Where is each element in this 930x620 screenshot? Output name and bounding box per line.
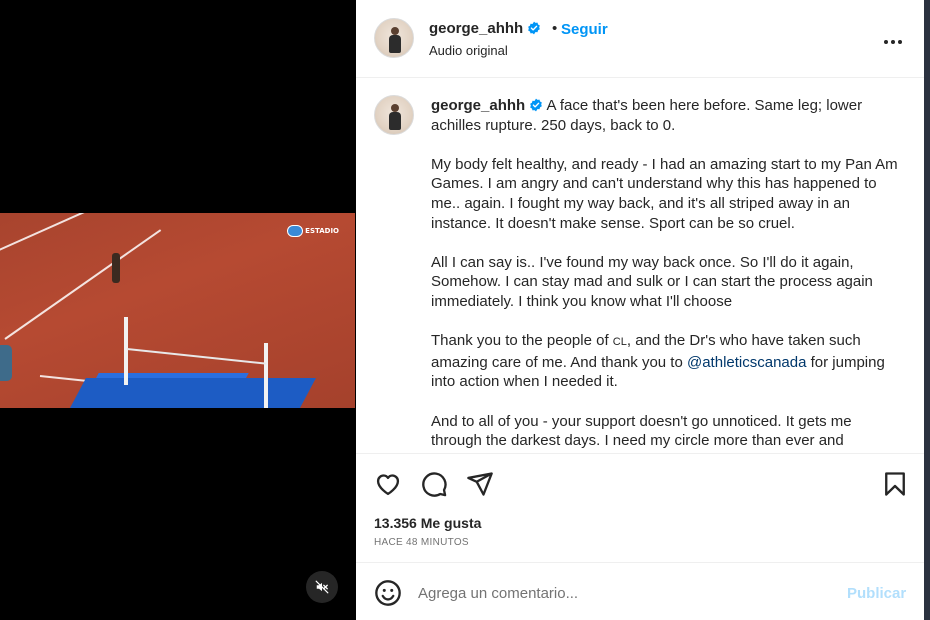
high-jump-bar xyxy=(126,348,267,365)
more-horizontal-icon xyxy=(883,31,904,49)
high-jump-standard xyxy=(124,317,128,385)
mute-toggle-button[interactable] xyxy=(306,571,338,603)
likes-count[interactable]: 13.356 Me gusta xyxy=(374,515,481,531)
comment-input[interactable] xyxy=(418,579,818,607)
caption-avatar[interactable] xyxy=(374,95,414,135)
broadcast-logo: ESTADIO xyxy=(287,225,339,237)
follow-button[interactable]: Seguir xyxy=(561,21,608,38)
background-edge xyxy=(924,0,930,620)
post-media[interactable]: ESTADIO xyxy=(0,0,355,620)
audio-label[interactable]: Audio original xyxy=(429,43,508,58)
avatar-figure-head xyxy=(391,104,399,112)
landing-mat xyxy=(54,378,316,408)
post-header: george_ahhh • Seguir Audio original xyxy=(356,0,924,78)
high-jump-standard xyxy=(264,343,268,408)
emoji-icon[interactable] xyxy=(374,579,402,607)
post-panel: george_ahhh • Seguir Audio original geor… xyxy=(356,0,924,620)
comment-icon[interactable] xyxy=(420,470,448,498)
heart-icon[interactable] xyxy=(374,470,402,498)
comment-bar: Publicar xyxy=(356,562,924,620)
caption-username[interactable]: george_ahhh xyxy=(431,97,525,114)
separator-dot: • xyxy=(552,20,558,37)
more-options-button[interactable] xyxy=(881,28,905,52)
avatar-figure-body xyxy=(389,35,401,53)
avatar-figure-body xyxy=(389,112,401,130)
verified-badge-icon xyxy=(528,21,541,35)
caption-paragraph: Thank you to the people of CL, and the D… xyxy=(431,331,901,392)
caption-paragraph: All I can say is.. I've found my way bac… xyxy=(431,253,873,310)
athlete-figure xyxy=(112,253,120,283)
caption-paragraph: And to all of you - your support doesn't… xyxy=(431,412,852,450)
caption-paragraph: My body felt healthy, and ready - I had … xyxy=(431,155,898,232)
verified-badge-icon xyxy=(530,98,543,112)
username-text[interactable]: george_ahhh xyxy=(429,20,523,37)
caption-text-segment: Thank you to the people of xyxy=(431,332,613,350)
official-figure xyxy=(0,345,12,381)
bookmark-icon[interactable] xyxy=(881,470,909,498)
username-link[interactable]: george_ahhh xyxy=(429,20,541,37)
track-lane-line xyxy=(4,229,162,340)
caption-text: george_ahhh A face that's been here befo… xyxy=(431,96,901,453)
track-lane-line xyxy=(0,213,101,255)
caption-area: george_ahhh A face that's been here befo… xyxy=(356,79,924,453)
share-icon[interactable] xyxy=(466,470,494,498)
video-frame[interactable]: ESTADIO xyxy=(0,213,355,408)
action-bar xyxy=(356,453,924,511)
publish-button[interactable]: Publicar xyxy=(847,585,906,602)
post-timestamp[interactable]: HACE 48 MINUTOS xyxy=(374,537,469,548)
broadcast-logo-text: ESTADIO xyxy=(305,226,339,235)
mention-link[interactable]: @athleticscanada xyxy=(687,354,806,371)
avatar-figure-head xyxy=(391,27,399,35)
flag-emoji: CL xyxy=(612,336,627,349)
volume-muted-icon xyxy=(315,580,329,594)
broadcast-logo-icon xyxy=(287,225,304,237)
avatar[interactable] xyxy=(374,18,414,58)
